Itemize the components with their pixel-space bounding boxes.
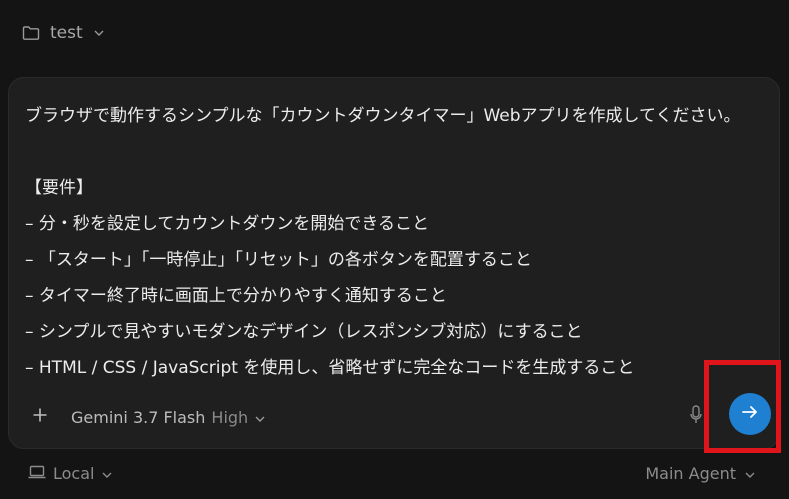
laptop-icon	[28, 464, 46, 483]
prompt-line: – シンプルで見やすいモダンなデザイン（レスポンシブ対応）にすること	[25, 322, 583, 342]
chevron-down-icon	[254, 408, 266, 427]
model-mode: High	[211, 407, 249, 427]
location-selector[interactable]: Local	[28, 460, 113, 486]
chevron-down-icon	[744, 464, 756, 483]
prompt-line: – タイマー終了時に画面上で分かりやすく通知すること	[25, 286, 447, 306]
model-name: Gemini 3.7 Flash	[71, 407, 206, 427]
microphone-icon	[690, 405, 702, 429]
folder-icon	[22, 25, 40, 41]
app-root: test ブラウザで動作するシンプルな「カウントダウンタイマー」Webアプリを作…	[0, 0, 789, 499]
prompt-line: – 「スタート」「一時停止」「リセット」の各ボタンを配置すること	[25, 250, 532, 270]
arrow-right-icon	[741, 404, 759, 424]
send-button[interactable]	[729, 393, 771, 435]
folder-name: test	[50, 23, 83, 43]
prompt-line: ブラウザで動作するシンプルな「カウントダウンタイマー」Webアプリを作成してくだ…	[25, 106, 741, 126]
prompt-line: 【要件】	[25, 178, 93, 198]
prompt-toolbar: Gemini 3.7 Flash High	[9, 393, 779, 435]
prompt-input[interactable]: ブラウザで動作するシンプルな「カウントダウンタイマー」Webアプリを作成してくだ…	[25, 98, 763, 386]
agent-label: Main Agent	[645, 463, 736, 483]
prompt-line: – 分・秒を設定してカウントダウンを開始できること	[25, 214, 430, 234]
model-selector[interactable]: Gemini 3.7 Flash High	[71, 400, 266, 434]
prompt-line: – HTML / CSS / JavaScript を使用し、省略せずに完全なコ…	[25, 358, 635, 378]
chevron-down-icon	[101, 464, 113, 483]
folder-selector[interactable]: test	[22, 20, 105, 46]
add-attachment-button[interactable]	[27, 402, 53, 432]
location-label: Local	[53, 463, 95, 483]
prompt-panel: ブラウザで動作するシンプルな「カウントダウンタイマー」Webアプリを作成してくだ…	[8, 77, 780, 449]
agent-selector[interactable]: Main Agent	[645, 460, 756, 486]
footer-bar: Local Main Agent	[0, 458, 789, 488]
microphone-button[interactable]	[689, 405, 703, 429]
prompt-line	[25, 134, 763, 170]
plus-icon	[32, 407, 48, 427]
chevron-down-icon	[93, 29, 105, 37]
